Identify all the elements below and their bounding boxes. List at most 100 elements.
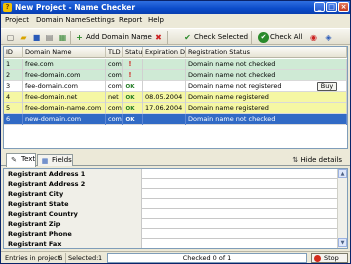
- field-label: Registrant Address 1: [4, 169, 142, 179]
- cell-id: 5: [4, 103, 23, 114]
- entries-label: Entries in project:: [5, 254, 63, 262]
- selected-count: 1: [98, 254, 103, 262]
- cell-status: !: [123, 70, 143, 81]
- cell-registration: Domain name not checked: [186, 70, 347, 81]
- cell-tld: com: [108, 70, 123, 81]
- cell-registration: Domain name not checked: [186, 59, 347, 70]
- toolbar: ▢ ▰ ■ ▤ ▦ + Add Domain Name ⌕ ✖ ✔ Check …: [1, 28, 350, 45]
- field-row: Registrant Fax: [4, 239, 337, 248]
- title-bar[interactable]: ? New Project - Name Checker _ □ ×: [1, 1, 350, 14]
- col-id-header[interactable]: ID: [4, 47, 23, 58]
- stop-button[interactable]: Stop: [311, 253, 348, 263]
- cell-status: OK: [123, 81, 143, 92]
- domain-grid: ID Domain Name TLD Status Expiration Dat…: [3, 46, 348, 149]
- help-icon[interactable]: ◈: [323, 32, 334, 43]
- field-row: Registrant Address 1: [4, 169, 337, 179]
- col-tld-header[interactable]: TLD: [106, 47, 123, 58]
- progress-text: Checked 0 of 1: [182, 254, 232, 262]
- field-label: Registrant Phone: [4, 229, 142, 239]
- cell-expiration: 08.05.2004: [143, 92, 186, 103]
- search-icon[interactable]: ⌕: [140, 32, 151, 43]
- tab-fields-label: Fields: [52, 156, 72, 164]
- new-project-icon[interactable]: ▢: [5, 32, 16, 43]
- table-row[interactable]: 6 new-domain.com com OK Domain name not chec…: [4, 114, 347, 125]
- cell-status: OK: [123, 92, 143, 103]
- cell-tld: com: [108, 59, 123, 70]
- menu-domain-name[interactable]: Domain Name: [36, 16, 86, 25]
- cell-status: !: [123, 59, 143, 70]
- cell-domain: free.com: [23, 59, 106, 70]
- col-registration-header[interactable]: Registration Status: [186, 47, 347, 58]
- status-bar: Entries in project: 6 Selected: 1 Checke…: [1, 251, 350, 263]
- fields-scrollbar[interactable]: ▲ ▼: [337, 169, 347, 248]
- check-selected-label: Check Selected: [194, 33, 249, 41]
- window-title: New Project - Name Checker: [15, 3, 136, 12]
- stop-label: Stop: [324, 254, 339, 262]
- stop-icon: [314, 255, 321, 262]
- cell-domain: free-domain-name.com: [23, 103, 106, 114]
- cell-registration: Domain name registered: [186, 103, 347, 114]
- cell-expiration: [143, 59, 186, 70]
- ok-icon: OK: [125, 95, 135, 101]
- cell-id: 1: [4, 59, 23, 70]
- check-progress: Checked 0 of 1: [107, 253, 307, 263]
- hide-details-button[interactable]: ⇅ Hide details: [292, 155, 342, 165]
- scroll-up-icon[interactable]: ▲: [338, 169, 347, 178]
- print-icon[interactable]: ▤: [44, 32, 55, 43]
- table-row[interactable]: 2 free-domain.com com! Domain name not chec…: [4, 70, 347, 81]
- fields-icon: ▦: [41, 157, 49, 165]
- cell-expiration: [143, 114, 186, 125]
- toolbar-separator: [70, 31, 71, 44]
- table-row[interactable]: 4 free-domain.net net OK 08.05.2004 Domain na…: [4, 92, 347, 103]
- app-window: ? New Project - Name Checker _ □ × Proje…: [0, 0, 351, 264]
- menu-help[interactable]: Help: [148, 16, 164, 25]
- hide-details-icon: ⇅: [292, 156, 299, 164]
- grid-header: ID Domain Name TLD Status Expiration Dat…: [4, 47, 347, 58]
- table-row[interactable]: 3 fee-domain.com com OK Domain name not regi…: [4, 81, 347, 92]
- tab-text[interactable]: ✎ Text: [6, 153, 36, 167]
- field-label: Registrant Fax: [4, 239, 142, 248]
- details-tabs: ✎ Text ▦ Fields ⇅ Hide details: [1, 152, 350, 167]
- buy-button[interactable]: Buy: [317, 82, 337, 91]
- cell-id: 4: [4, 92, 23, 103]
- field-row: Registrant Phone: [4, 229, 337, 239]
- add-icon: +: [76, 33, 83, 42]
- save-icon[interactable]: ■: [31, 32, 42, 43]
- record-icon[interactable]: ◉: [308, 32, 319, 43]
- field-label: Registrant Address 2: [4, 179, 142, 189]
- close-button[interactable]: ×: [338, 2, 349, 12]
- table-row[interactable]: 1 free.com com! Domain name not checked: [4, 59, 347, 70]
- cell-id: 2: [4, 70, 23, 81]
- text-icon: ✎: [11, 156, 17, 164]
- minimize-button[interactable]: _: [314, 2, 325, 12]
- ok-icon: OK: [125, 117, 135, 123]
- warning-icon: !: [128, 60, 132, 68]
- col-domain-header[interactable]: Domain Name: [23, 47, 106, 58]
- cell-id: 6: [4, 114, 23, 125]
- check-all-button[interactable]: ✔ Check All: [257, 31, 302, 44]
- toolbar-separator: [251, 31, 252, 44]
- cell-tld: com: [108, 103, 123, 114]
- menu-report[interactable]: Report: [119, 16, 142, 25]
- check-selected-button[interactable]: ✔ Check Selected: [181, 31, 248, 44]
- tab-fields[interactable]: ▦ Fields: [37, 154, 73, 166]
- scroll-down-icon[interactable]: ▼: [338, 238, 347, 247]
- delete-icon[interactable]: ✖: [153, 32, 164, 43]
- selected-label: Selected:: [68, 254, 99, 262]
- cell-registration: Domain name not checked: [186, 114, 347, 125]
- cell-expiration: [143, 81, 186, 92]
- table-row[interactable]: 5 free-domain-name.com com OK 17.06.2004 Doma…: [4, 103, 347, 114]
- cell-status: OK: [123, 103, 143, 114]
- col-expiration-header[interactable]: Expiration Date: [143, 47, 186, 58]
- menu-project[interactable]: Project: [5, 16, 29, 25]
- maximize-button[interactable]: □: [326, 2, 337, 12]
- cell-domain: fee-domain.com: [23, 81, 106, 92]
- tab-text-label: Text: [21, 155, 36, 163]
- status-separator: [65, 253, 66, 263]
- ok-icon: OK: [125, 106, 135, 112]
- col-status-header[interactable]: Status: [123, 47, 143, 58]
- cell-domain: free-domain.net: [23, 92, 106, 103]
- export-icon[interactable]: ▦: [57, 32, 68, 43]
- open-folder-icon[interactable]: ▰: [18, 32, 29, 43]
- menu-settings[interactable]: Settings: [86, 16, 115, 25]
